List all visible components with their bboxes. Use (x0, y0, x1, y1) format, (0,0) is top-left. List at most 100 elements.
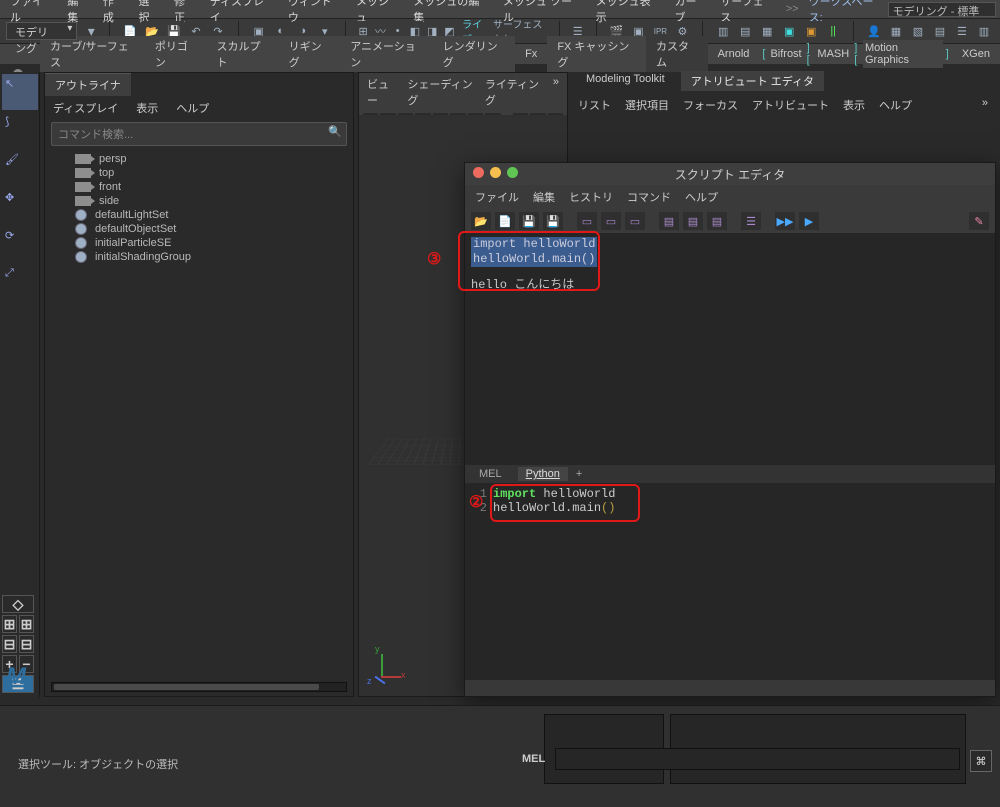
ae-menu-selected[interactable]: 選択項目 (625, 97, 669, 113)
se-menu-history[interactable]: ヒストリ (569, 189, 613, 205)
shelf-tab-fxcache[interactable]: FX キャッシング (547, 36, 646, 72)
toolkit-1-icon[interactable]: ▦ (886, 21, 906, 41)
viewport-menu-lighting[interactable]: ライティング (485, 76, 541, 108)
account-icon[interactable]: 👤 (864, 21, 884, 41)
command-line-input[interactable] (555, 748, 960, 770)
toolkit-5-icon[interactable]: ▥ (974, 21, 994, 41)
shelf-tab-bifrost[interactable]: Bifrost (768, 46, 803, 62)
tab-modeling-toolkit[interactable]: Modeling Toolkit (576, 71, 675, 91)
minimize-icon[interactable] (490, 167, 501, 178)
panel-layout-4-icon[interactable]: ▣ (779, 21, 799, 41)
shelf-tab-mash[interactable]: MASH (815, 46, 851, 62)
shelf-tab-mograph[interactable]: Motion Graphics (863, 40, 943, 68)
layout-grid-b-icon[interactable]: ⊞ (19, 615, 34, 633)
se-clear-input-icon[interactable]: ▭ (601, 212, 621, 230)
maximize-icon[interactable] (507, 167, 518, 178)
panel-layout-5-icon[interactable]: ▣ (801, 21, 821, 41)
outliner-menu-help[interactable]: ヘルプ (176, 100, 209, 116)
select-tool-button[interactable]: ↖ (2, 74, 38, 110)
se-execute-icon[interactable]: ▶ (799, 212, 819, 230)
ae-menu-more-icon[interactable]: » (982, 97, 988, 113)
viewport-menu-more-icon[interactable]: » (553, 76, 559, 108)
ae-menu-attr[interactable]: アトリビュート (752, 97, 829, 113)
se-history-icon[interactable]: ▤ (659, 212, 679, 230)
outliner-item-particlese[interactable]: initialParticleSE (51, 236, 347, 250)
move-tool-button[interactable]: ✥ (2, 188, 38, 224)
shelf-tab-animation[interactable]: アニメーション (340, 36, 432, 72)
panel-layout-1-icon[interactable]: ▥ (713, 21, 733, 41)
rotate-tool-button[interactable]: ⟳ (2, 226, 38, 262)
outliner-menu-display[interactable]: ディスプレイ (53, 100, 118, 116)
se-menu-edit[interactable]: 編集 (533, 189, 555, 205)
shelf-tab-polygons[interactable]: ポリゴン (145, 36, 207, 72)
tab-attribute-editor[interactable]: アトリビュート エディタ (681, 71, 824, 91)
outliner-item-shadinggroup[interactable]: initialShadingGroup (51, 250, 347, 264)
shelf-tab-fx[interactable]: Fx (515, 46, 547, 62)
shelf-tab-sculpt[interactable]: スカルプト (207, 36, 279, 72)
script-output-pane[interactable]: import helloWorld helloWorld.main() hell… (465, 233, 995, 465)
scale-tool-button[interactable]: ⤢ (2, 264, 38, 300)
lasso-tool-button[interactable]: ⟆ (2, 112, 38, 148)
workspace-dropdown[interactable]: モデリング - 標準 (888, 2, 996, 17)
module-dropdown[interactable]: モデリング (6, 22, 77, 40)
panel-layout-3-icon[interactable]: ▦ (757, 21, 777, 41)
se-wand-icon[interactable]: ✎ (969, 212, 989, 230)
shelf-tab-xgen[interactable]: XGen (952, 46, 1000, 62)
se-input-icon[interactable]: ▤ (683, 212, 703, 230)
layout-grid-a-icon[interactable]: ⊞ (2, 615, 17, 633)
viewport-menu-shading[interactable]: シェーディング (407, 76, 473, 108)
script-editor-button[interactable]: ⌘ (970, 750, 992, 772)
outliner-tab[interactable]: アウトライナ (45, 73, 131, 96)
script-editor-titlebar[interactable]: スクリプト エディタ (465, 163, 995, 185)
outliner-search-input[interactable]: コマンド検索... 🔍 (51, 122, 347, 146)
panel-layout-2-icon[interactable]: ▤ (735, 21, 755, 41)
se-menu-command[interactable]: コマンド (627, 189, 671, 205)
se-menu-help[interactable]: ヘルプ (685, 189, 718, 205)
ae-menu-list[interactable]: リスト (578, 97, 611, 113)
ae-menu-show[interactable]: 表示 (843, 97, 865, 113)
script-tab-python[interactable]: Python (518, 467, 568, 481)
se-clear-all-icon[interactable]: ▭ (625, 212, 645, 230)
outliner-item-objectset[interactable]: defaultObjectSet (51, 222, 347, 236)
outliner-item-persp[interactable]: persp (51, 152, 347, 166)
toolkit-3-icon[interactable]: ▤ (930, 21, 950, 41)
se-menu-file[interactable]: ファイル (475, 189, 519, 205)
toolbox: ↖ ⟆ 🖌 ✥ ⟳ ⤢ ◇ ⊞ ⊞ ⊟ ⊟ + − ☰ (0, 72, 40, 697)
bracket-icon: ] (943, 46, 952, 62)
paint-tool-button[interactable]: 🖌 (2, 150, 38, 186)
shelf-tab-rigging[interactable]: リギング (279, 36, 341, 72)
se-save-icon[interactable]: 💾 (519, 212, 539, 230)
command-line-label: MEL (522, 753, 545, 765)
se-open-icon[interactable]: 📂 (471, 212, 491, 230)
toolkit-2-icon[interactable]: ▧ (908, 21, 928, 41)
outliner-menu-show[interactable]: 表示 (136, 100, 158, 116)
outliner-item-front[interactable]: front (51, 180, 347, 194)
shelf-tab-curves[interactable]: カーブ/サーフェス (40, 36, 145, 72)
layout-single-icon[interactable]: ◇ (2, 595, 34, 613)
se-clear-history-icon[interactable]: ▭ (577, 212, 597, 230)
se-echo-icon[interactable]: ☰ (741, 212, 761, 230)
se-source-icon[interactable]: 📄 (495, 212, 515, 230)
outliner-item-top[interactable]: top (51, 166, 347, 180)
outliner-item-side[interactable]: side (51, 194, 347, 208)
script-tab-add-icon[interactable]: + (576, 468, 582, 480)
layout-grid-c-icon[interactable]: ⊟ (2, 635, 17, 653)
viewport-menu-view[interactable]: ビュー (367, 76, 395, 108)
close-icon[interactable] (473, 167, 484, 178)
se-save-all-icon[interactable]: 💾 (543, 212, 563, 230)
se-execute-all-icon[interactable]: ▶▶ (775, 212, 795, 230)
search-placeholder: コマンド検索... (58, 129, 133, 141)
shelf-tab-custom[interactable]: カスタム (646, 36, 708, 72)
shelf-tab-arnold[interactable]: Arnold (708, 46, 760, 62)
layout-grid-d-icon[interactable]: ⊟ (19, 635, 34, 653)
se-both-icon[interactable]: ▤ (707, 212, 727, 230)
outliner-scrollbar[interactable] (51, 682, 347, 692)
script-tab-mel[interactable]: MEL (471, 467, 510, 481)
script-input-pane[interactable]: 1import helloWorld 2helloWorld.main() (465, 483, 995, 680)
outliner-item-lightset[interactable]: defaultLightSet (51, 208, 347, 222)
ae-menu-focus[interactable]: フォーカス (683, 97, 738, 113)
panel-layout-6-icon[interactable]: || (823, 21, 843, 41)
shelf-tab-rendering[interactable]: レンダリング (433, 36, 515, 72)
ae-menu-help[interactable]: ヘルプ (879, 97, 912, 113)
toolkit-4-icon[interactable]: ☰ (952, 21, 972, 41)
